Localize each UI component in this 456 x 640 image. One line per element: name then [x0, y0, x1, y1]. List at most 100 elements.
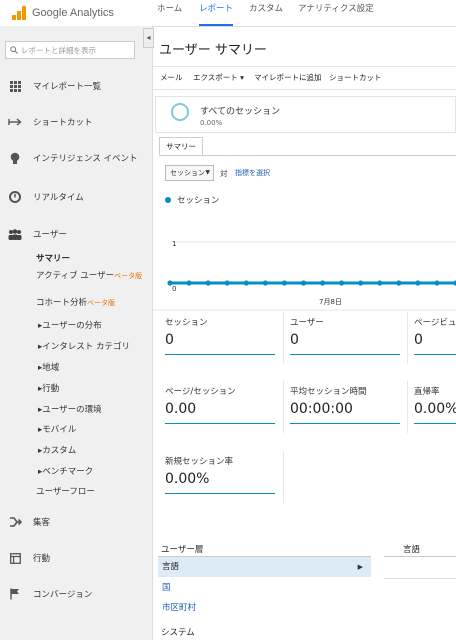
metric-value: 0 [165, 332, 174, 348]
dimension-row-language[interactable]: 言語 ▶ [158, 557, 371, 577]
search-input[interactable] [21, 45, 131, 55]
segment-name: すべてのセッション [200, 107, 281, 117]
legend-label: セッション [177, 196, 220, 206]
data-point [205, 280, 211, 286]
sidebar-sub-label: カスタム [42, 446, 77, 456]
sidebar-sub-active-users[interactable]: アクティブ ユーザーベータ版 [36, 271, 142, 282]
behavior-icon [8, 551, 22, 565]
metric-new-sessions[interactable]: 新規セッション率 0.00% [165, 455, 277, 505]
tab-summary[interactable]: サマリー [159, 137, 203, 155]
metric-sparkline [290, 354, 400, 355]
sidebar-item-audience[interactable]: ユーザー [0, 223, 152, 245]
divider [283, 381, 284, 433]
sidebar-item-label: コンバージョン [33, 590, 93, 600]
sidebar-sub-label: モバイル [42, 425, 77, 435]
nav-tab-admin[interactable]: アナリティクス設定 [298, 0, 374, 24]
sidebar-item-conversions[interactable]: コンバージョン [0, 583, 152, 605]
data-point [186, 280, 192, 286]
email-button[interactable]: メール [160, 72, 183, 83]
data-point [319, 280, 326, 286]
divider [384, 556, 456, 557]
dimension-row-city[interactable]: 市区町村 [158, 598, 371, 618]
divider [283, 451, 284, 503]
app-logo[interactable]: Google Analytics [12, 3, 142, 23]
metric-pageviews[interactable]: ページビュー数 0 [414, 316, 456, 366]
sidebar-item-label: ユーザー [33, 230, 67, 240]
metric-value: 0.00% [165, 471, 210, 487]
system-header: システム [161, 628, 195, 638]
sidebar-sub-cohort[interactable]: コホート分析ベータ版 [36, 296, 115, 308]
data-point [415, 280, 421, 286]
sidebar-sub-label: ベンチマーク [42, 467, 94, 477]
y-tick-label: 0 [172, 285, 176, 293]
sidebar-sub-label: インタレスト カテゴリ [42, 342, 130, 352]
metric-sparkline [414, 354, 456, 355]
sidebar-sub-technology[interactable]: ▸ユーザーの環境 [38, 403, 102, 415]
nav-tab-custom[interactable]: カスタム [249, 0, 283, 24]
data-point [300, 280, 307, 286]
sidebar-sub-benchmark[interactable]: ▸ベンチマーク [38, 465, 93, 477]
segment-picker[interactable]: すべてのセッション 0.00% [155, 96, 456, 133]
dimension-row-label: 言語 [162, 562, 180, 572]
sidebar-item-label: 集客 [33, 518, 51, 528]
sidebar-item-shortcuts[interactable]: ショートカット [0, 111, 152, 133]
metric-label: ページ/セッション [165, 387, 236, 397]
add-to-dashboard-button[interactable]: マイレポートに追加 [254, 72, 322, 83]
sidebar-item-my-reports[interactable]: マイレポート一覧 [0, 75, 152, 97]
export-button[interactable]: エクスポート ▾ [193, 72, 244, 83]
sidebar-sub-demographics[interactable]: ▸ユーザーの分布 [38, 319, 102, 331]
metric-label: 平均セッション時間 [290, 387, 367, 397]
data-point [281, 280, 287, 286]
sidebar-item-intelligence[interactable]: インテリジェンス イベント [0, 147, 152, 169]
clock-icon [8, 190, 22, 204]
caret-down-icon: ▼ [205, 169, 210, 176]
app-name: Google Analytics [32, 7, 114, 19]
sidebar-item-realtime[interactable]: リアルタイム [0, 186, 152, 208]
page-title: ユーザー サマリー [159, 43, 267, 58]
metric-label: ページビュー数 [414, 318, 456, 328]
report-search[interactable] [5, 41, 135, 59]
nav-tab-home[interactable]: ホーム [157, 0, 182, 24]
language-column-header: 言語 [403, 545, 421, 555]
lightbulb-icon [8, 151, 22, 165]
metric-value: 0 [290, 332, 299, 348]
data-point [224, 280, 230, 286]
metric-avg-session-duration[interactable]: 平均セッション時間 00:00:00 [290, 385, 402, 435]
sidebar-item-label: リアルタイム [33, 193, 84, 203]
demographics-header: ユーザー層 [161, 545, 204, 555]
shortcut-button[interactable]: ショートカット [329, 72, 382, 83]
segment-percent: 0.00% [200, 119, 223, 127]
sidebar-sub-mobile[interactable]: ▸モバイル [38, 423, 76, 435]
sidebar-sub-behavior[interactable]: ▸行動 [38, 382, 59, 394]
report-toolbar: メール エクスポート ▾ マイレポートに追加 ショートカット [153, 66, 456, 90]
data-point [243, 280, 249, 286]
metric-pages-per-session[interactable]: ページ/セッション 0.00 [165, 385, 277, 435]
metric-users[interactable]: ユーザー 0 [290, 316, 402, 366]
sidebar-item-behavior[interactable]: 行動 [0, 547, 152, 569]
top-bar: Google Analytics ホーム レポート カスタム アナリティクス設定 [0, 0, 456, 27]
metric-sparkline [165, 354, 275, 355]
metric-sparkline [414, 423, 456, 424]
metric-bounce-rate[interactable]: 直帰率 0.00% [414, 385, 456, 435]
metric-select[interactable]: セッション ▼ [165, 165, 214, 181]
sidebar-sub-geo[interactable]: ▸地域 [38, 361, 59, 373]
sidebar-item-acquisition[interactable]: 集客 [0, 511, 152, 533]
data-point [377, 280, 383, 286]
sidebar-sub-custom[interactable]: ▸カスタム [38, 444, 76, 456]
divider [283, 312, 284, 364]
sidebar-sub-label: ユーザーの分布 [42, 321, 102, 331]
data-point [396, 280, 402, 286]
metric-label: ユーザー [290, 318, 324, 328]
nav-tab-reports[interactable]: レポート [199, 0, 234, 26]
sidebar-item-label: ショートカット [33, 118, 93, 128]
sidebar-sub-user-flow[interactable]: ユーザーフロー [36, 485, 95, 497]
dimension-row-country[interactable]: 国 [158, 578, 371, 598]
acquisition-icon [8, 515, 22, 529]
sessions-line-chart: 1 0 7月8日 [153, 240, 456, 311]
sidebar-sub-summary[interactable]: サマリー [36, 252, 70, 264]
metric-value: 0.00% [414, 401, 456, 417]
data-point [434, 280, 440, 286]
choose-metric-link[interactable]: 指標を選択 [235, 168, 270, 178]
metric-sessions[interactable]: セッション 0 [165, 316, 277, 366]
sidebar-sub-interests[interactable]: ▸インタレスト カテゴリ [38, 340, 130, 352]
